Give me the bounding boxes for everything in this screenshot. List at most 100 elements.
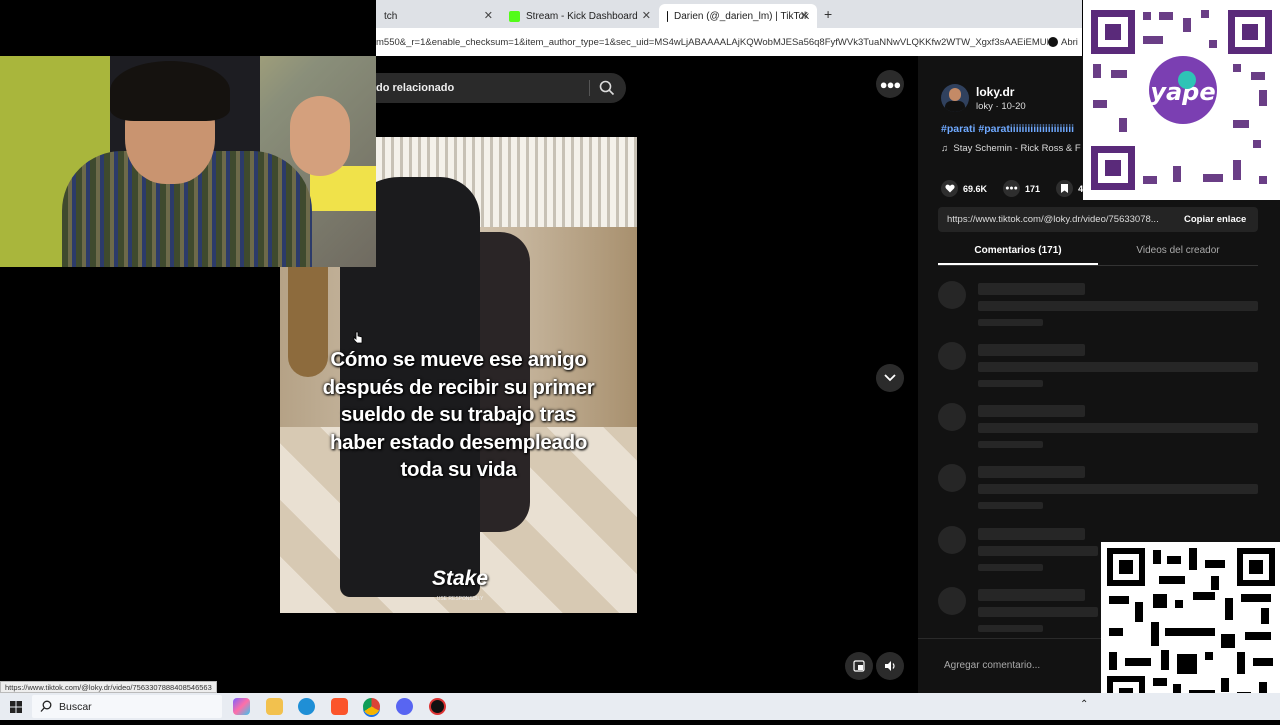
discord-icon[interactable] xyxy=(396,698,413,715)
ellipsis-icon: ●●● xyxy=(879,76,902,92)
comment-skeleton-line xyxy=(978,362,1258,372)
search-placeholder: do relacionado xyxy=(376,82,455,94)
comment-skeleton-avatar xyxy=(938,342,966,370)
chevron-up-icon[interactable]: ⌃ xyxy=(1080,699,1088,710)
windows-start-icon[interactable] xyxy=(10,701,22,713)
kick-icon xyxy=(509,10,520,22)
tab-title: Stream - Kick Dashboard xyxy=(526,10,638,22)
comment-skeleton-line xyxy=(978,423,1258,433)
comment-skeleton-avatar xyxy=(938,587,966,615)
comment-skeleton-line xyxy=(978,405,1085,417)
comment-skeleton-line xyxy=(978,625,1043,632)
bookmark-icon[interactable] xyxy=(1056,180,1074,197)
comment-skeleton-avatar xyxy=(938,526,966,554)
avatar-face xyxy=(949,88,961,101)
comment-skeleton-line xyxy=(978,466,1085,478)
video-caption: Cómo se mueve ese amigo después de recib… xyxy=(300,346,617,484)
comment-skeleton-line xyxy=(978,607,1098,617)
comment-skeleton-avatar xyxy=(938,464,966,492)
comment-skeleton-line xyxy=(978,589,1085,601)
search-input[interactable]: do relacionado xyxy=(376,73,626,103)
url-text: m550&_r=1&enable_checksum=1&item_author_… xyxy=(376,36,1048,48)
comment-skeleton-line xyxy=(978,283,1085,295)
comment-icon[interactable]: ●●● xyxy=(1003,180,1021,197)
tiktok-icon xyxy=(667,10,668,22)
taskbar: Buscar ⌃ xyxy=(0,693,1280,720)
webcam-hair xyxy=(110,61,230,121)
comment-skeleton-line xyxy=(978,546,1098,556)
copilot-icon[interactable] xyxy=(233,698,250,715)
post-username[interactable]: loky.dr xyxy=(976,85,1014,99)
comment-skeleton-line xyxy=(978,344,1085,356)
tab-kick-dashboard[interactable]: Stream - Kick Dashboard ✕ xyxy=(501,4,659,28)
post-subline: loky · 10-20 xyxy=(976,101,1026,112)
address-bar[interactable]: m550&_r=1&enable_checksum=1&item_author_… xyxy=(376,28,1082,56)
comment-skeleton-line xyxy=(978,564,1043,571)
tab-title: tch xyxy=(384,10,398,22)
edge-icon[interactable] xyxy=(298,698,315,715)
tab-creator-videos[interactable]: Videos del creador xyxy=(1098,245,1258,256)
brave-icon[interactable] xyxy=(331,698,348,715)
webcam-hand xyxy=(290,96,350,176)
comment-skeleton-line xyxy=(978,528,1085,540)
comment-skeleton-line xyxy=(978,380,1043,387)
volume-button[interactable] xyxy=(876,652,904,680)
yape-qr-code: yape xyxy=(1083,0,1280,200)
volume-icon xyxy=(884,661,895,671)
hand-cursor-icon xyxy=(353,331,363,344)
bookmark-icon xyxy=(1048,37,1058,47)
stake-watermark: Stake xyxy=(431,567,489,590)
music-note-icon: ♫ xyxy=(941,143,954,154)
music-title: Stay Schemin - Rick Ross & F xyxy=(953,143,1081,154)
close-tab-icon[interactable]: ✕ xyxy=(642,9,651,22)
caption-line: toda su vida xyxy=(400,458,517,481)
tab-twitch[interactable]: tch ✕ xyxy=(376,4,501,28)
likes-count: 69.6K xyxy=(963,183,988,194)
active-tab-indicator xyxy=(938,263,1098,265)
more-options-button[interactable]: ●●● xyxy=(876,70,904,98)
next-video-button[interactable] xyxy=(876,364,904,392)
comment-skeleton-line xyxy=(978,301,1258,311)
qr-code-icon: yape xyxy=(1083,0,1280,200)
taskbar-search[interactable]: Buscar xyxy=(32,695,222,718)
comment-skeleton-avatar xyxy=(938,281,966,309)
video-link-field[interactable]: https://www.tiktok.com/@loky.dr/video/75… xyxy=(938,207,1178,232)
caption-line: Cómo se mueve ese amigo xyxy=(330,348,587,371)
floating-player-button[interactable] xyxy=(845,652,873,680)
search-divider xyxy=(589,80,590,96)
chrome-icon[interactable] xyxy=(363,698,380,715)
add-comment-input[interactable]: Agregar comentario... xyxy=(938,652,1108,680)
new-tab-icon[interactable]: + xyxy=(824,6,832,22)
caption-line: sueldo de su trabajo tras xyxy=(340,403,577,426)
tab-tiktok[interactable]: Darien (@_darien_lm) | TikTok ✕ xyxy=(659,4,817,28)
tab-comments[interactable]: Comentarios (171) xyxy=(938,245,1098,256)
search-icon xyxy=(40,700,52,712)
status-url-tooltip: https://www.tiktok.com/@loky.dr/video/75… xyxy=(0,681,217,693)
heart-icon[interactable] xyxy=(941,180,958,197)
file-explorer-icon[interactable] xyxy=(266,698,283,715)
comment-skeleton-line xyxy=(978,319,1043,326)
post-music[interactable]: ♫ Stay Schemin - Rick Ross & F xyxy=(941,143,1082,154)
comment-skeleton-line xyxy=(978,502,1043,509)
comment-skeleton-avatar xyxy=(938,403,966,431)
close-tab-icon[interactable]: ✕ xyxy=(484,9,493,22)
tab-title: Darien (@_darien_lm) | TikTok xyxy=(673,10,809,22)
caption-line: después de recibir su primer xyxy=(322,375,595,399)
tab-divider xyxy=(938,265,1258,266)
search-icon[interactable] xyxy=(598,79,616,97)
avatar[interactable] xyxy=(941,84,969,112)
copy-link-button[interactable]: Copiar enlace xyxy=(1178,207,1258,232)
taskbar-search-label: Buscar xyxy=(59,701,92,713)
bookmark-label[interactable]: Abri xyxy=(1061,37,1078,48)
chevron-down-icon xyxy=(884,374,896,382)
post-hashtags[interactable]: #parati #paratiiiiiiiiiiiiiiiiiiiiii xyxy=(941,123,1082,135)
stake-watermark-sub: USE RESPONSIBLY xyxy=(436,596,484,602)
comment-skeleton-line xyxy=(978,484,1258,494)
browser-tab-bar: tch ✕ Stream - Kick Dashboard ✕ Darien (… xyxy=(376,0,1082,28)
close-tab-icon[interactable]: ✕ xyxy=(800,9,809,22)
comment-skeleton-line xyxy=(978,441,1043,448)
webcam-overlay xyxy=(0,56,376,267)
caption-line: haber estado desempleado xyxy=(329,430,588,454)
avatar-body xyxy=(945,101,965,112)
obs-icon[interactable] xyxy=(429,698,446,715)
